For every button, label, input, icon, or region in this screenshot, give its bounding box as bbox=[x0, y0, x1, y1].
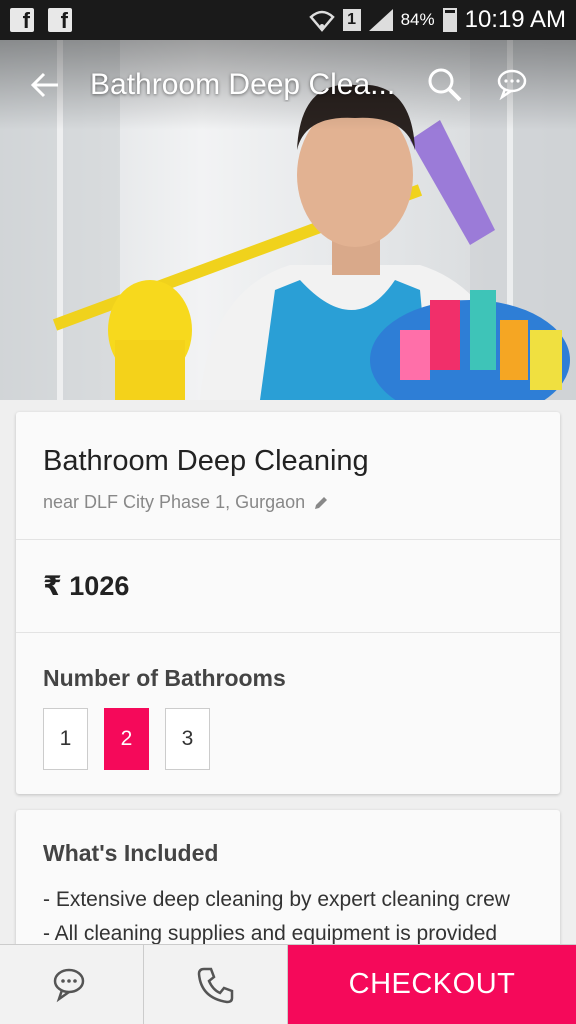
facebook-icon: f bbox=[10, 8, 34, 33]
sim-icon: 1 bbox=[342, 9, 361, 31]
included-title: What's Included bbox=[43, 840, 219, 866]
call-button[interactable] bbox=[144, 945, 288, 1024]
included-list: - Extensive deep cleaning by expert clea… bbox=[43, 883, 533, 951]
app-bar: Bathroom Deep Clea... bbox=[0, 40, 576, 130]
chat-support-button[interactable] bbox=[0, 945, 144, 1024]
service-title: Bathroom Deep Cleaning bbox=[43, 445, 369, 477]
chat-icon bbox=[497, 69, 527, 101]
battery-icon bbox=[442, 8, 457, 32]
search-icon bbox=[428, 68, 462, 102]
back-button[interactable] bbox=[0, 40, 90, 130]
edit-pencil-icon[interactable] bbox=[313, 495, 329, 511]
bathroom-option-3[interactable]: 3 bbox=[165, 708, 210, 770]
bathroom-option-2[interactable]: 2 bbox=[104, 708, 149, 770]
checkout-button[interactable]: CHECKOUT bbox=[288, 945, 576, 1024]
price: ₹ 1026 bbox=[43, 571, 130, 601]
clock: 10:19 AM bbox=[464, 6, 566, 33]
app-bar-title: Bathroom Deep Clea... bbox=[90, 68, 396, 101]
phone-icon bbox=[197, 967, 233, 1004]
bottom-action-bar: CHECKOUT bbox=[0, 944, 576, 1024]
price-section: ₹ 1026 bbox=[16, 540, 560, 633]
list-item: - Extensive deep cleaning by expert clea… bbox=[43, 888, 510, 911]
wifi-icon bbox=[308, 10, 335, 32]
chat-icon bbox=[53, 968, 84, 1003]
service-header: Bathroom Deep Cleaning near DLF City Pha… bbox=[16, 412, 560, 540]
chat-button[interactable] bbox=[480, 40, 550, 130]
bathroom-option-1[interactable]: 1 bbox=[43, 708, 88, 770]
signal-icon bbox=[368, 9, 393, 31]
location-text: near DLF City Phase 1, Gurgaon bbox=[43, 492, 306, 512]
bathroom-options: 1 2 3 bbox=[43, 708, 533, 770]
location-row[interactable]: near DLF City Phase 1, Gurgaon bbox=[43, 492, 533, 539]
bathrooms-label: Number of Bathrooms bbox=[43, 665, 286, 691]
battery-percent: 84% bbox=[400, 10, 435, 29]
service-details-card: Bathroom Deep Cleaning near DLF City Pha… bbox=[16, 412, 560, 794]
status-bar: f f 1 84% 10:19 AM bbox=[0, 0, 576, 40]
facebook-icon: f bbox=[48, 8, 72, 33]
bathrooms-section: Number of Bathrooms 1 2 3 bbox=[16, 633, 560, 770]
back-arrow-icon bbox=[30, 72, 58, 98]
search-button[interactable] bbox=[410, 40, 480, 130]
